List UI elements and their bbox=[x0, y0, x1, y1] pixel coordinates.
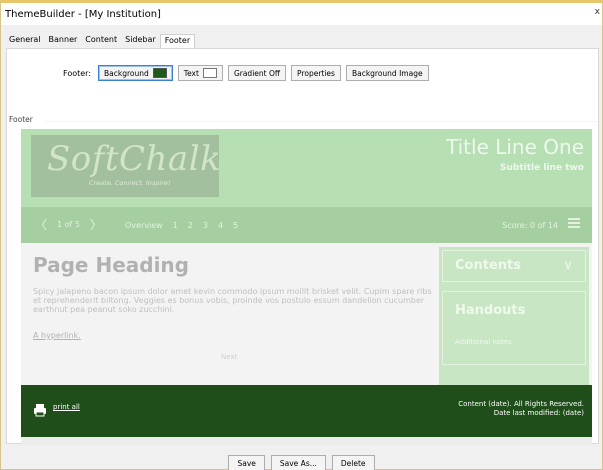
background-button-label: Background bbox=[104, 68, 149, 78]
tab-sidebar[interactable]: Sidebar bbox=[121, 34, 160, 47]
handouts-panel: Handouts Additional notes bbox=[442, 291, 586, 365]
group-divider bbox=[45, 121, 597, 122]
chevron-right-icon[interactable]: 〉 bbox=[90, 219, 102, 231]
gradient-toggle-button[interactable]: Gradient Off bbox=[227, 65, 287, 81]
banner-title: Title Line One bbox=[446, 135, 584, 159]
tab-general[interactable]: General bbox=[5, 34, 45, 47]
copyright-line-1: Content (date). All Rights Reserved. bbox=[458, 400, 584, 408]
footer-toolbar-label: Footer: bbox=[63, 68, 92, 78]
text-color-button[interactable]: Text bbox=[177, 65, 223, 81]
hamburger-menu-icon[interactable] bbox=[568, 218, 580, 228]
delete-button[interactable]: Delete bbox=[331, 455, 375, 470]
dialog-actions: Save Save As... Delete bbox=[1, 455, 602, 470]
page-link-1[interactable]: 1 bbox=[173, 221, 178, 230]
logo-wordmark: SoftChalk bbox=[47, 139, 222, 179]
tab-strip: General Banner Content Sidebar Footer bbox=[5, 34, 196, 48]
preview-navbar: 〈 1 of 5 〉 Overview 1 2 3 4 5 Score: 0 o… bbox=[21, 207, 592, 243]
score-text: Score: 0 of 14 bbox=[502, 221, 558, 230]
save-button[interactable]: Save bbox=[228, 455, 265, 470]
logo-tagline: Create. Connect. Inspire! bbox=[89, 179, 171, 187]
tab-footer[interactable]: Footer bbox=[159, 34, 196, 48]
footer-tab-panel: Footer: Background Text Gradient Off Pro… bbox=[6, 48, 599, 445]
print-all-link[interactable]: print all bbox=[53, 403, 80, 411]
tab-content[interactable]: Content bbox=[81, 34, 121, 47]
sample-hyperlink[interactable]: A hyperlink. bbox=[33, 331, 81, 340]
footer-group-legend: Footer bbox=[9, 115, 33, 124]
page-link-3[interactable]: 3 bbox=[203, 221, 208, 230]
window-title: ThemeBuilder - [My Institution] bbox=[5, 9, 161, 20]
background-color-swatch bbox=[152, 68, 167, 78]
page-link-2[interactable]: 2 bbox=[188, 221, 193, 230]
printer-icon[interactable] bbox=[33, 403, 47, 417]
next-label: Next bbox=[221, 353, 238, 361]
banner-subtitle: Subtitle line two bbox=[500, 163, 584, 173]
handouts-note: Additional notes bbox=[455, 338, 512, 346]
save-as-button[interactable]: Save As... bbox=[270, 455, 326, 470]
title-bar: ThemeBuilder - [My Institution] x bbox=[1, 3, 602, 25]
page-link-5[interactable]: 5 bbox=[233, 221, 238, 230]
theme-preview: SoftChalk Create. Connect. Inspire! Titl… bbox=[21, 129, 592, 429]
themebuilder-window: ThemeBuilder - [My Institution] x Genera… bbox=[0, 0, 603, 470]
page-link-4[interactable]: 4 bbox=[218, 221, 223, 230]
text-button-label: Text bbox=[183, 68, 199, 78]
background-color-button[interactable]: Background bbox=[98, 65, 173, 81]
preview-banner: SoftChalk Create. Connect. Inspire! Titl… bbox=[21, 129, 592, 207]
pager-text: 1 of 5 bbox=[57, 220, 80, 229]
handouts-title: Handouts bbox=[455, 303, 526, 318]
preview-footer: print all Content (date). All Rights Res… bbox=[21, 385, 592, 437]
page-pager: 〈 1 of 5 〉 bbox=[35, 219, 102, 231]
close-icon[interactable]: x bbox=[595, 7, 600, 17]
contents-title: Contents bbox=[455, 258, 521, 273]
overview-link[interactable]: Overview bbox=[125, 221, 163, 230]
background-image-button[interactable]: Background Image bbox=[345, 65, 429, 81]
chevron-left-icon[interactable]: 〈 bbox=[35, 219, 47, 231]
copyright-text: Content (date). All Rights Reserved. Dat… bbox=[458, 400, 584, 418]
page-heading: Page Heading bbox=[33, 253, 189, 277]
properties-button[interactable]: Properties bbox=[291, 65, 341, 81]
footer-toolbar: Footer: Background Text Gradient Off Pro… bbox=[63, 65, 429, 81]
body-paragraph: Spicy jalapeno bacon ipsum dolor amet ke… bbox=[33, 287, 432, 314]
tab-banner[interactable]: Banner bbox=[45, 34, 82, 47]
contents-panel[interactable]: Contents ∨ bbox=[442, 250, 586, 282]
softchalk-logo: SoftChalk Create. Connect. Inspire! bbox=[31, 135, 222, 197]
page-links: Overview 1 2 3 4 5 bbox=[125, 221, 238, 230]
copyright-line-2: Date last modified: (date) bbox=[493, 409, 584, 417]
text-color-swatch bbox=[202, 68, 217, 78]
chevron-down-icon: ∨ bbox=[563, 258, 573, 273]
